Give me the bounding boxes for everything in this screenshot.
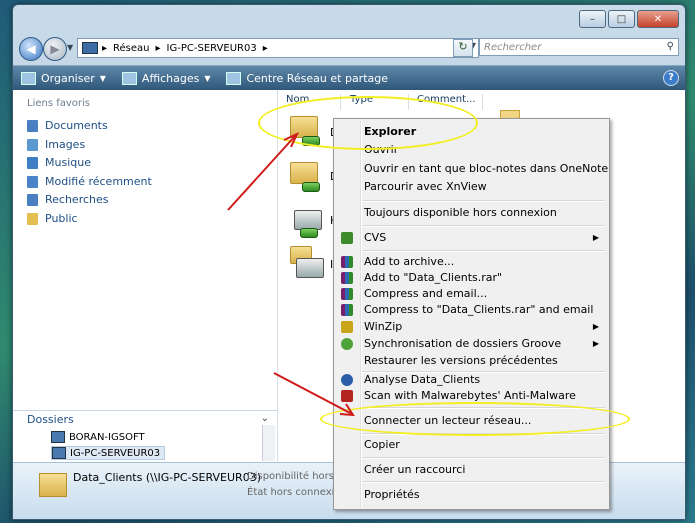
annotation-arrows <box>227 131 355 417</box>
red-arrow <box>227 134 297 211</box>
red-arrow <box>273 372 353 415</box>
